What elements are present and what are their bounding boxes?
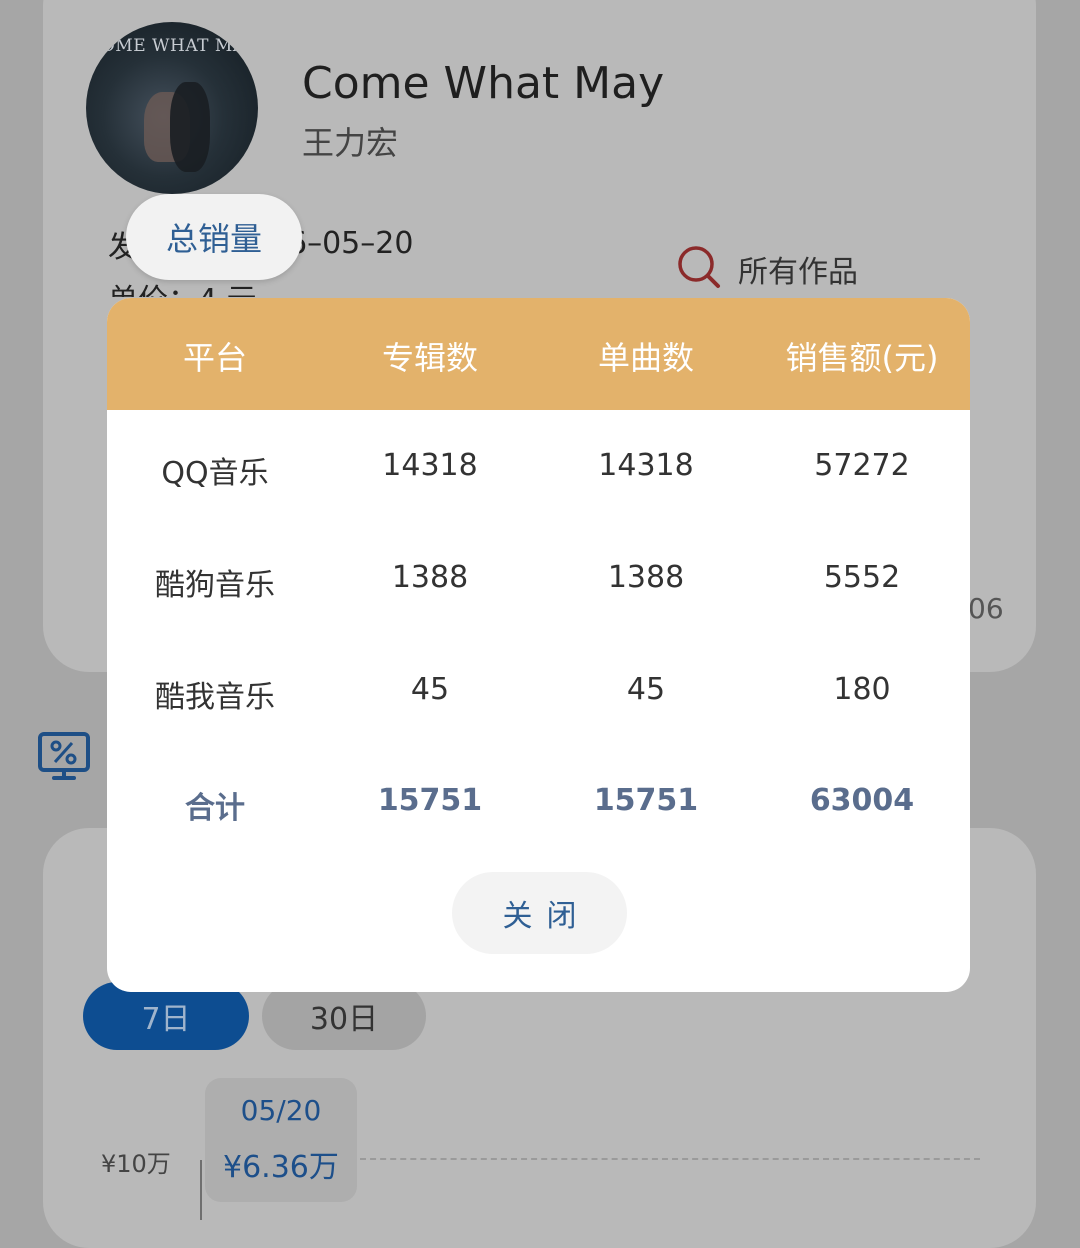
all-works-link[interactable]: 所有作品 (676, 244, 858, 294)
table-row: 酷狗音乐 1388 1388 5552 (107, 560, 970, 603)
table-header: 平台 专辑数 单曲数 销售额(元) (107, 298, 970, 410)
cell-albums: 14318 (382, 448, 478, 483)
total-singles: 15751 (593, 783, 699, 818)
tab-7-days[interactable]: 7日 (83, 982, 249, 1050)
release-date: 6–05–20 (288, 226, 414, 261)
all-works-label: 所有作品 (738, 255, 858, 290)
search-icon (676, 244, 722, 294)
artist-name: 王力宏 (302, 124, 399, 162)
chart-gridline (360, 1158, 980, 1160)
discount-monitor-icon (38, 732, 90, 786)
cell-singles: 14318 (598, 448, 694, 483)
table-total-row: 合计 15751 15751 63004 (107, 783, 970, 826)
album-cover: COME WHAT MAY (86, 22, 258, 194)
album-cover-text: COME WHAT MAY (87, 36, 257, 56)
header-albums: 专辑数 (381, 339, 478, 377)
song-title: Come What May (302, 58, 665, 109)
total-label: 合计 (185, 791, 245, 826)
tab-30-days[interactable]: 30日 (262, 982, 426, 1050)
cell-revenue: 57272 (814, 448, 910, 483)
total-albums: 15751 (377, 783, 483, 818)
table-row: QQ音乐 14318 14318 57272 (107, 448, 970, 491)
chart-tooltip: 05/20 ¥6.36万 (205, 1078, 357, 1202)
header-platform: 平台 (182, 339, 247, 377)
cell-albums: 1388 (391, 560, 469, 595)
table-row: 酷我音乐 45 45 180 (107, 672, 970, 715)
cell-revenue: 180 (833, 672, 891, 707)
header-revenue: 销售额(元) (785, 339, 939, 377)
sales-breakdown-modal: 平台 专辑数 单曲数 销售额(元) QQ音乐 14318 14318 57272… (107, 298, 970, 992)
y-axis-max-label: ¥10万 (101, 1150, 171, 1178)
chart-axis (200, 1160, 202, 1220)
cell-platform: 酷我音乐 (155, 680, 275, 715)
total-sales-button[interactable]: 总销量 (126, 194, 302, 280)
tooltip-date: 05/20 (240, 1094, 322, 1127)
cell-revenue: 5552 (823, 560, 901, 595)
cell-singles: 45 (626, 672, 666, 707)
tooltip-value: ¥6.36万 (223, 1150, 339, 1185)
cell-platform: QQ音乐 (161, 456, 269, 491)
cell-albums: 45 (410, 672, 450, 707)
partial-text: 06 (968, 592, 1004, 625)
header-singles: 单曲数 (597, 339, 694, 377)
cell-platform: 酷狗音乐 (155, 568, 275, 603)
close-button[interactable]: 关闭 (452, 872, 627, 954)
cell-singles: 1388 (607, 560, 685, 595)
total-revenue: 63004 (809, 783, 915, 818)
